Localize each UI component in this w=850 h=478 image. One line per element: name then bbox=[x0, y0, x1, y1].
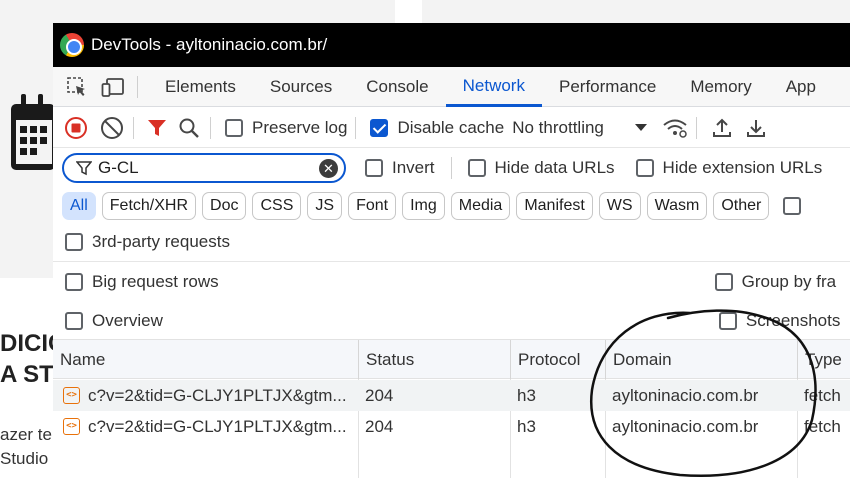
hide-data-urls-label: Hide data URLs bbox=[494, 158, 615, 177]
toolbar-separator bbox=[355, 116, 357, 139]
import-har-icon[interactable] bbox=[709, 115, 735, 141]
hide-data-urls-checkbox[interactable] bbox=[467, 159, 486, 177]
column-header-type[interactable]: Type bbox=[797, 340, 850, 379]
invert-checkbox[interactable] bbox=[365, 159, 383, 177]
network-toolbar: Preserve log Disable cache No throttling bbox=[53, 108, 850, 148]
cell-type: fetch bbox=[804, 386, 841, 405]
group-by-frame-label: Group by fra bbox=[741, 271, 837, 291]
chrome-logo-icon bbox=[60, 33, 84, 57]
filter-input[interactable] bbox=[98, 158, 298, 178]
column-header-name[interactable]: Name bbox=[53, 340, 358, 379]
chevron-down-icon[interactable] bbox=[634, 123, 648, 133]
request-fetch-icon: <> bbox=[63, 418, 80, 435]
table-row[interactable]: <> c?v=2&tid=G-CLJY1PLTJX&gtm... 204 h3 … bbox=[53, 380, 850, 411]
third-party-checkbox[interactable] bbox=[65, 233, 83, 251]
background-text-line: Studio bbox=[0, 449, 49, 468]
screenshots-label: Screenshots bbox=[745, 310, 841, 330]
clear-filter-icon[interactable]: ✕ bbox=[319, 159, 338, 178]
type-filter-all[interactable]: All bbox=[62, 192, 96, 220]
preserve-log-checkbox[interactable] bbox=[225, 118, 243, 137]
toolbar-separator bbox=[450, 157, 452, 179]
clear-log-button[interactable] bbox=[99, 115, 125, 141]
overview-checkbox[interactable] bbox=[65, 311, 83, 330]
device-toolbar-icon[interactable] bbox=[101, 75, 125, 99]
network-conditions-icon[interactable] bbox=[662, 115, 688, 141]
disable-cache-label: Disable cache bbox=[397, 117, 505, 137]
type-filter-manifest[interactable]: Manifest bbox=[516, 192, 593, 220]
cell-protocol: h3 bbox=[517, 417, 536, 436]
tab-elements[interactable]: Elements bbox=[148, 67, 253, 107]
tab-application[interactable]: App bbox=[769, 67, 833, 107]
panel-tab-bar: Elements Sources Console Network Perform… bbox=[53, 67, 850, 107]
screenshots-checkbox[interactable] bbox=[718, 311, 737, 330]
tab-memory[interactable]: Memory bbox=[673, 67, 768, 107]
type-filter-ws[interactable]: WS bbox=[598, 192, 641, 220]
disable-cache-checkbox[interactable] bbox=[370, 118, 389, 137]
cell-protocol: h3 bbox=[517, 386, 536, 405]
column-header-protocol[interactable]: Protocol bbox=[510, 340, 605, 379]
type-filter-font[interactable]: Font bbox=[348, 192, 397, 220]
type-filter-img[interactable]: Img bbox=[402, 192, 445, 220]
big-rows-row: Big request rows Group by fra bbox=[53, 262, 850, 301]
cell-domain: ayltoninacio.com.br bbox=[612, 417, 759, 436]
request-fetch-icon: <> bbox=[63, 387, 80, 404]
hide-extension-urls-checkbox[interactable] bbox=[635, 159, 654, 177]
tab-network[interactable]: Network bbox=[445, 67, 542, 107]
big-request-rows-label: Big request rows bbox=[92, 271, 219, 291]
cell-status: 204 bbox=[365, 386, 394, 405]
hide-extension-urls-label: Hide extension URLs bbox=[662, 158, 823, 177]
tab-sources[interactable]: Sources bbox=[253, 67, 349, 107]
inspect-element-icon[interactable] bbox=[65, 75, 89, 99]
toolbar-separator bbox=[133, 116, 134, 139]
table-header: Name Status Protocol Domain Type bbox=[53, 339, 850, 379]
search-icon[interactable] bbox=[176, 115, 202, 141]
type-filter-other[interactable]: Other bbox=[713, 192, 770, 220]
preserve-log-label: Preserve log bbox=[252, 117, 348, 137]
tab-performance[interactable]: Performance bbox=[542, 67, 673, 107]
tab-separator bbox=[137, 75, 138, 98]
background-text: azer te Studio bbox=[0, 418, 52, 476]
devtools-window: DevTools - ayltoninacio.com.br/ Elements… bbox=[53, 23, 850, 478]
cell-domain: ayltoninacio.com.br bbox=[612, 386, 759, 405]
group-by-frame-checkbox[interactable] bbox=[714, 272, 733, 291]
type-filter-doc[interactable]: Doc bbox=[202, 192, 247, 220]
cell-type: fetch bbox=[804, 417, 841, 436]
type-filter-css[interactable]: CSS bbox=[252, 192, 302, 220]
overview-row: Overview Screenshots bbox=[53, 301, 850, 340]
record-stop-button[interactable] bbox=[63, 115, 89, 141]
export-har-icon[interactable] bbox=[743, 115, 769, 141]
type-filter-fetch-xhr[interactable]: Fetch/XHR bbox=[101, 192, 197, 220]
third-party-row: 3rd-party requests bbox=[53, 223, 850, 262]
toolbar-separator bbox=[695, 116, 697, 139]
big-request-rows-checkbox[interactable] bbox=[65, 272, 83, 291]
tab-console[interactable]: Console bbox=[349, 67, 445, 107]
cell-status: 204 bbox=[365, 417, 394, 436]
type-filter-js[interactable]: JS bbox=[307, 192, 343, 220]
type-filter-media[interactable]: Media bbox=[450, 192, 511, 220]
cell-name: c?v=2&tid=G-CLJY1PLTJX&gtm... bbox=[88, 417, 347, 436]
blocked-requests-checkbox[interactable] bbox=[783, 197, 802, 215]
throttling-select[interactable]: No throttling bbox=[512, 118, 604, 138]
column-header-status[interactable]: Status bbox=[358, 340, 510, 379]
requests-table: Name Status Protocol Domain Type <> c?v=… bbox=[53, 339, 850, 478]
background-band-top bbox=[422, 0, 850, 24]
resource-type-filters: All Fetch/XHR Doc CSS JS Font Img Media … bbox=[53, 187, 850, 225]
toolbar-separator bbox=[210, 116, 211, 139]
filter-icon bbox=[76, 161, 92, 176]
invert-label: Invert bbox=[392, 158, 435, 177]
window-title: DevTools - ayltoninacio.com.br/ bbox=[91, 35, 328, 54]
overview-label: Overview bbox=[92, 310, 163, 330]
calendar-icon bbox=[11, 94, 55, 170]
third-party-label: 3rd-party requests bbox=[92, 232, 230, 251]
title-bar[interactable]: DevTools - ayltoninacio.com.br/ bbox=[53, 23, 850, 67]
cell-name: c?v=2&tid=G-CLJY1PLTJX&gtm... bbox=[88, 386, 347, 405]
type-filter-wasm[interactable]: Wasm bbox=[646, 192, 708, 220]
filter-bar: ✕ Invert Hide data URLs Hide extension U… bbox=[53, 149, 850, 187]
table-row[interactable]: <> c?v=2&tid=G-CLJY1PLTJX&gtm... 204 h3 … bbox=[53, 411, 850, 442]
column-header-domain[interactable]: Domain bbox=[605, 340, 797, 379]
filter-funnel-icon[interactable] bbox=[144, 115, 170, 141]
filter-field[interactable]: ✕ bbox=[62, 153, 346, 183]
